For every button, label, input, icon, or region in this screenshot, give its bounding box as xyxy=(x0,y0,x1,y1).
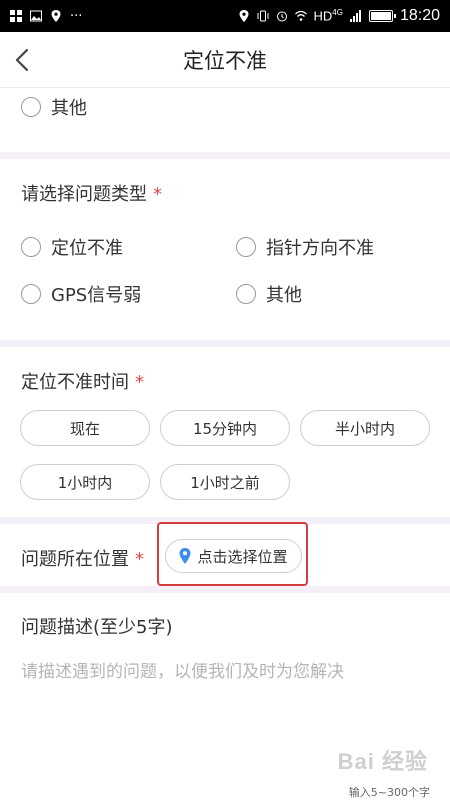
battery-level xyxy=(370,12,391,20)
status-bar-right: HD4G 18:20 xyxy=(238,7,440,25)
wifi-icon xyxy=(294,10,307,21)
radio-label: 其他 xyxy=(266,285,302,306)
network-label: HD xyxy=(313,8,333,24)
radio-label: 定位不准 xyxy=(51,238,123,259)
app-header: 定位不准 xyxy=(0,32,450,88)
description-label: 问题描述(至少5字) xyxy=(21,617,173,638)
location-icon xyxy=(239,10,248,22)
location-label: 问题所在位置 * xyxy=(21,545,144,571)
signal-icon xyxy=(349,10,361,22)
problem-type-label-text: 请选择问题类型 xyxy=(21,184,147,205)
chip-before-1hour[interactable]: 1小时之前 xyxy=(160,464,290,500)
chip-15min[interactable]: 15分钟内 xyxy=(160,410,290,446)
more-dots-icon: ··· xyxy=(70,8,83,24)
chip-1hour[interactable]: 1小时内 xyxy=(20,464,150,500)
section-divider xyxy=(0,340,450,347)
description-input[interactable]: 请描述遇到的问题，以便我们及时为您解决 xyxy=(21,657,344,682)
radio-label: 指针方向不准 xyxy=(266,238,374,259)
baidu-watermark: Bai 经验 xyxy=(337,749,428,774)
radio-circle[interactable] xyxy=(21,284,41,304)
network-type: HD4G xyxy=(314,8,343,23)
radio-option-compass[interactable]: 指针方向不准 xyxy=(236,234,374,260)
location-icon xyxy=(51,10,61,22)
problem-type-label: 请选择问题类型 * xyxy=(21,180,162,206)
page-title: 定位不准 xyxy=(183,48,267,73)
radio-circle[interactable] xyxy=(21,97,41,117)
chip-now[interactable]: 现在 xyxy=(20,410,150,446)
radio-option-other[interactable]: 其他 xyxy=(236,281,302,307)
back-arrow-icon[interactable] xyxy=(12,46,34,74)
map-pin-icon xyxy=(179,548,191,564)
time-label-text: 定位不准时间 xyxy=(21,372,129,393)
alarm-icon xyxy=(276,11,287,22)
radio-circle[interactable] xyxy=(21,237,41,257)
radio-option-inaccurate[interactable]: 定位不准 xyxy=(21,234,123,260)
battery-icon xyxy=(368,10,396,22)
vibrate-icon xyxy=(257,10,268,22)
radio-label: GPS信号弱 xyxy=(51,285,142,306)
required-mark: * xyxy=(135,372,144,393)
network-sub-label: 4G xyxy=(332,8,343,18)
section-divider xyxy=(0,586,450,593)
image-icon xyxy=(30,10,42,22)
location-label-text: 问题所在位置 xyxy=(21,549,129,570)
radio-circle[interactable] xyxy=(236,237,256,257)
required-mark: * xyxy=(135,549,144,570)
required-mark: * xyxy=(153,184,162,205)
select-location-button[interactable]: 点击选择位置 xyxy=(165,539,302,573)
time-label: 定位不准时间 * xyxy=(21,368,144,394)
status-bar-left: ··· xyxy=(10,9,82,24)
char-counter: 输入5~300个字 xyxy=(348,786,430,799)
section-divider xyxy=(0,152,450,159)
radio-option-gps-weak[interactable]: GPS信号弱 xyxy=(21,281,141,307)
clock: 18:20 xyxy=(399,7,440,24)
radio-label: 其他 xyxy=(51,98,87,119)
grid-icon xyxy=(10,10,22,22)
select-location-label: 点击选择位置 xyxy=(197,547,288,566)
chip-half-hour[interactable]: 半小时内 xyxy=(300,410,430,446)
radio-circle[interactable] xyxy=(236,284,256,304)
status-bar: ··· HD4G 18:20 xyxy=(0,0,450,32)
radio-option-other-top[interactable]: 其他 xyxy=(21,94,87,120)
